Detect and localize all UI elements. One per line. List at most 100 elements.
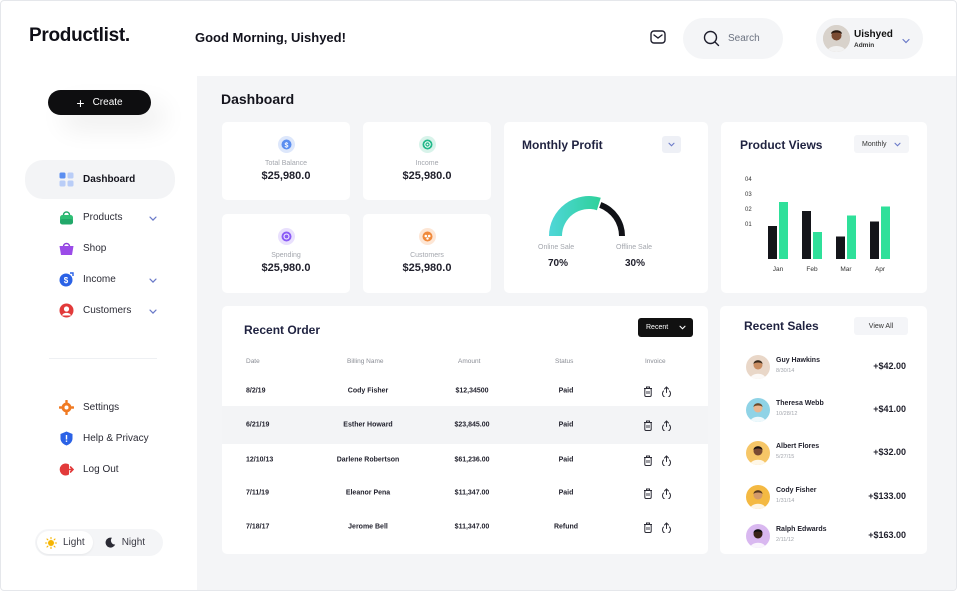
theme-night-option[interactable]: Night — [97, 529, 153, 556]
download-icon[interactable] — [660, 385, 672, 397]
period-dropdown[interactable]: Monthly — [854, 135, 909, 153]
column-header: Date — [246, 358, 260, 365]
customer-name: Albert Flores — [776, 443, 820, 450]
brand-logo: Productlist. — [29, 25, 130, 46]
online-sale-value: 70% — [548, 258, 569, 269]
sale-amount: +$163.00 — [868, 530, 906, 540]
mail-button[interactable] — [648, 28, 668, 46]
table-row[interactable]: 8/2/19 Cody Fisher $12,34500 Paid — [222, 372, 708, 410]
dollar-icon: $ — [277, 136, 295, 153]
sidebar-item-logout[interactable]: Log Out — [25, 454, 175, 485]
search-icon — [703, 30, 720, 47]
customer-name: Guy Hawkins — [776, 357, 820, 364]
recent-filter-dropdown[interactable]: Recent — [638, 318, 693, 337]
order-date: 8/2/19 — [246, 387, 266, 395]
trash-icon[interactable] — [642, 385, 654, 397]
list-item[interactable]: Albert Flores 5/27/15 +$32.00 — [720, 439, 927, 469]
list-item[interactable]: Cody Fisher 1/31/14 +$133.00 — [720, 483, 927, 513]
list-item[interactable]: Guy Hawkins 8/30/14 +$42.00 — [720, 353, 927, 383]
chevron-down-icon — [679, 325, 686, 330]
order-billing-name: Esther Howard — [343, 421, 393, 429]
chevron-down-icon — [893, 142, 901, 147]
order-date: 12/10/13 — [246, 456, 274, 464]
target-icon — [418, 136, 436, 153]
chevron-down-icon — [149, 216, 157, 221]
trash-icon[interactable] — [642, 419, 654, 431]
table-row[interactable]: 7/11/19 Eleanor Pena $11,347.00 Paid — [222, 474, 708, 512]
order-status: Paid — [558, 387, 574, 395]
sidebar-item-income[interactable]: $ Income — [25, 264, 175, 295]
sale-date: 2/11/12 — [776, 537, 794, 543]
stat-label: Spending — [271, 252, 301, 259]
table-row[interactable]: 6/21/19 Esther Howard $23,845.00 Paid — [222, 406, 708, 444]
avatar — [746, 441, 770, 465]
stat-card-income[interactable]: Income $25,980.0 — [363, 122, 491, 200]
trash-icon[interactable] — [642, 487, 654, 499]
view-all-button[interactable]: View All — [854, 317, 908, 335]
avatar — [823, 25, 850, 52]
download-icon[interactable] — [660, 419, 672, 431]
avatar — [746, 485, 770, 509]
sidebar-item-help[interactable]: Help & Privacy — [25, 423, 175, 454]
svg-text:$: $ — [284, 142, 288, 149]
sidebar-item-settings[interactable]: Settings — [25, 392, 175, 423]
profit-gauge — [549, 196, 625, 236]
order-status: Paid — [558, 489, 574, 497]
user-icon — [58, 303, 74, 319]
sale-amount: +$41.00 — [873, 404, 906, 414]
shield-icon — [58, 431, 74, 447]
customer-name: Theresa Webb — [776, 400, 824, 407]
y-tick-label: 03 — [745, 192, 752, 198]
coin-icon: $ — [58, 272, 74, 288]
create-button[interactable]: + Create — [48, 90, 151, 115]
recent-filter-label: Recent — [646, 324, 669, 331]
spending-icon — [277, 228, 295, 245]
list-item[interactable]: Theresa Webb 10/28/12 +$41.00 — [720, 396, 927, 426]
stat-card-customers[interactable]: Customers $25,980.0 — [363, 214, 491, 293]
user-role: Admin — [854, 41, 875, 49]
column-header: Invoice — [645, 358, 666, 365]
basket-icon — [58, 241, 74, 257]
monthly-profit-title: Monthly Profit — [522, 138, 603, 152]
main-content: Dashboard $ Total Balance $25,980.0 Inco… — [197, 76, 956, 590]
offline-sale-label: Offline Sale — [616, 244, 653, 251]
sidebar-item-dashboard[interactable]: Dashboard — [25, 160, 175, 199]
sidebar-item-products[interactable]: Products — [25, 202, 175, 233]
download-icon[interactable] — [660, 487, 672, 499]
grid-icon — [58, 172, 74, 188]
recent-order-card: Recent Order Recent Date Billing Name Am… — [222, 306, 708, 554]
download-icon[interactable] — [660, 454, 672, 466]
monthly-profit-dropdown[interactable] — [662, 136, 681, 153]
y-tick-label: 04 — [745, 177, 752, 183]
avatar — [746, 398, 770, 422]
stat-card-spending[interactable]: Spending $25,980.0 — [222, 214, 350, 293]
table-row[interactable]: 7/18/17 Jerome Bell $11,347.00 Refund — [222, 508, 708, 546]
chart-bar — [779, 202, 788, 259]
sidebar-item-customers[interactable]: Customers — [25, 295, 175, 326]
moon-icon — [105, 537, 115, 548]
stat-value: $25,980.0 — [402, 170, 452, 182]
theme-light-option[interactable]: Light — [37, 531, 93, 554]
trash-icon[interactable] — [642, 454, 654, 466]
y-tick-label: 01 — [745, 222, 752, 228]
search-box[interactable]: Search — [683, 18, 783, 59]
x-tick-label: Feb — [806, 266, 818, 273]
order-amount: $12,34500 — [455, 387, 489, 395]
sidebar-item-label: Settings — [83, 402, 120, 413]
sidebar-item-shop[interactable]: Shop — [25, 233, 175, 264]
stat-value: $25,980.0 — [402, 262, 452, 274]
theme-toggle: Light Night — [35, 529, 163, 556]
user-menu[interactable]: Uishyed Admin — [816, 18, 923, 59]
sidebar-divider — [49, 358, 157, 359]
column-header: Amount — [458, 358, 481, 365]
sidebar-item-label: Customers — [83, 305, 132, 316]
order-amount: $23,845.00 — [454, 421, 490, 429]
stat-value: $25,980.0 — [261, 170, 311, 182]
stat-card-total-balance[interactable]: $ Total Balance $25,980.0 — [222, 122, 350, 200]
download-icon[interactable] — [660, 521, 672, 533]
plus-icon: + — [76, 94, 85, 111]
app-window: Productlist. Good Morning, Uishyed! Sear… — [0, 0, 957, 591]
trash-icon[interactable] — [642, 521, 654, 533]
list-item[interactable]: Ralph Edwards 2/11/12 +$163.00 — [720, 522, 927, 552]
order-date: 7/18/17 — [246, 523, 270, 531]
